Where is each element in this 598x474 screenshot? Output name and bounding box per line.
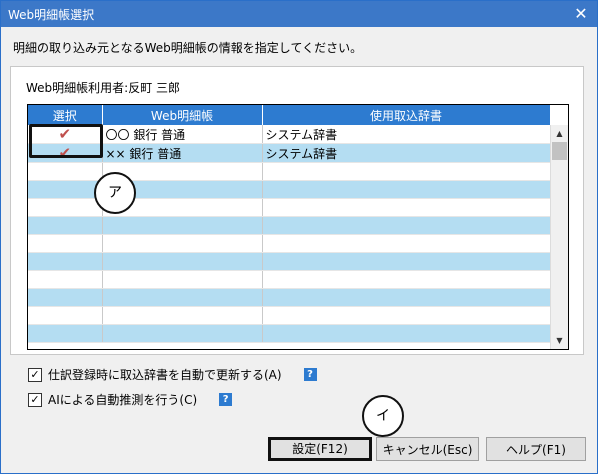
ai-guess-label[interactable]: AIによる自動推測を行う(C): [48, 391, 197, 408]
cancel-button[interactable]: キャンセル(Esc): [376, 437, 479, 461]
scroll-thumb[interactable]: [552, 142, 567, 160]
vertical-scrollbar[interactable]: ▲ ▼: [550, 125, 568, 349]
scroll-up-icon[interactable]: ▲: [551, 125, 568, 142]
table-row[interactable]: [28, 270, 551, 289]
ai-guess-option[interactable]: ✓ AIによる自動推測を行う(C) ?: [28, 391, 233, 408]
column-header-account[interactable]: Web明細帳: [102, 105, 263, 125]
help-icon[interactable]: ?: [219, 393, 233, 406]
account-grid[interactable]: 選択 Web明細帳 使用取込辞書 ✔ 〇〇 銀行 普通 システム辞書 ✔ ×× …: [27, 104, 569, 350]
dictionary-cell[interactable]: システム辞書: [262, 125, 551, 144]
close-icon[interactable]: ✕: [571, 4, 591, 24]
auto-update-checkbox[interactable]: ✓: [28, 367, 42, 382]
table-row[interactable]: [28, 306, 551, 325]
auto-update-label[interactable]: 仕訳登録時に取込辞書を自動で更新する(A): [48, 366, 282, 383]
user-label: Web明細帳利用者:反町 三郎: [26, 81, 181, 95]
help-button[interactable]: ヘルプ(F1): [486, 437, 586, 461]
account-cell[interactable]: 〇〇 銀行 普通: [102, 125, 263, 144]
auto-update-option[interactable]: ✓ 仕訳登録時に取込辞書を自動で更新する(A) ?: [28, 366, 317, 383]
selection-highlight: [29, 124, 103, 158]
table-row[interactable]: [28, 216, 551, 235]
table-row[interactable]: [28, 252, 551, 271]
ai-guess-checkbox[interactable]: ✓: [28, 392, 42, 407]
column-header-dictionary[interactable]: 使用取込辞書: [262, 105, 551, 125]
dictionary-cell[interactable]: システム辞書: [262, 143, 551, 163]
callout-i: イ: [362, 395, 404, 437]
instruction-text: 明細の取り込み元となるWeb明細帳の情報を指定してください。: [13, 41, 363, 55]
table-row[interactable]: [28, 324, 551, 343]
scroll-down-icon[interactable]: ▼: [551, 332, 568, 349]
table-row[interactable]: ✔ ×× 銀行 普通 システム辞書: [28, 143, 551, 163]
table-row[interactable]: [28, 288, 551, 307]
table-row[interactable]: ✔ 〇〇 銀行 普通 システム辞書: [28, 125, 551, 144]
settings-button[interactable]: 設定(F12): [268, 437, 372, 461]
callout-a: ア: [94, 172, 136, 214]
title-bar: Web明細帳選択 ✕: [1, 1, 597, 27]
column-header-select[interactable]: 選択: [28, 105, 103, 125]
help-icon[interactable]: ?: [303, 368, 317, 381]
account-cell[interactable]: ×× 銀行 普通: [102, 143, 263, 163]
table-row[interactable]: [28, 234, 551, 253]
window-title: Web明細帳選択: [8, 8, 95, 22]
